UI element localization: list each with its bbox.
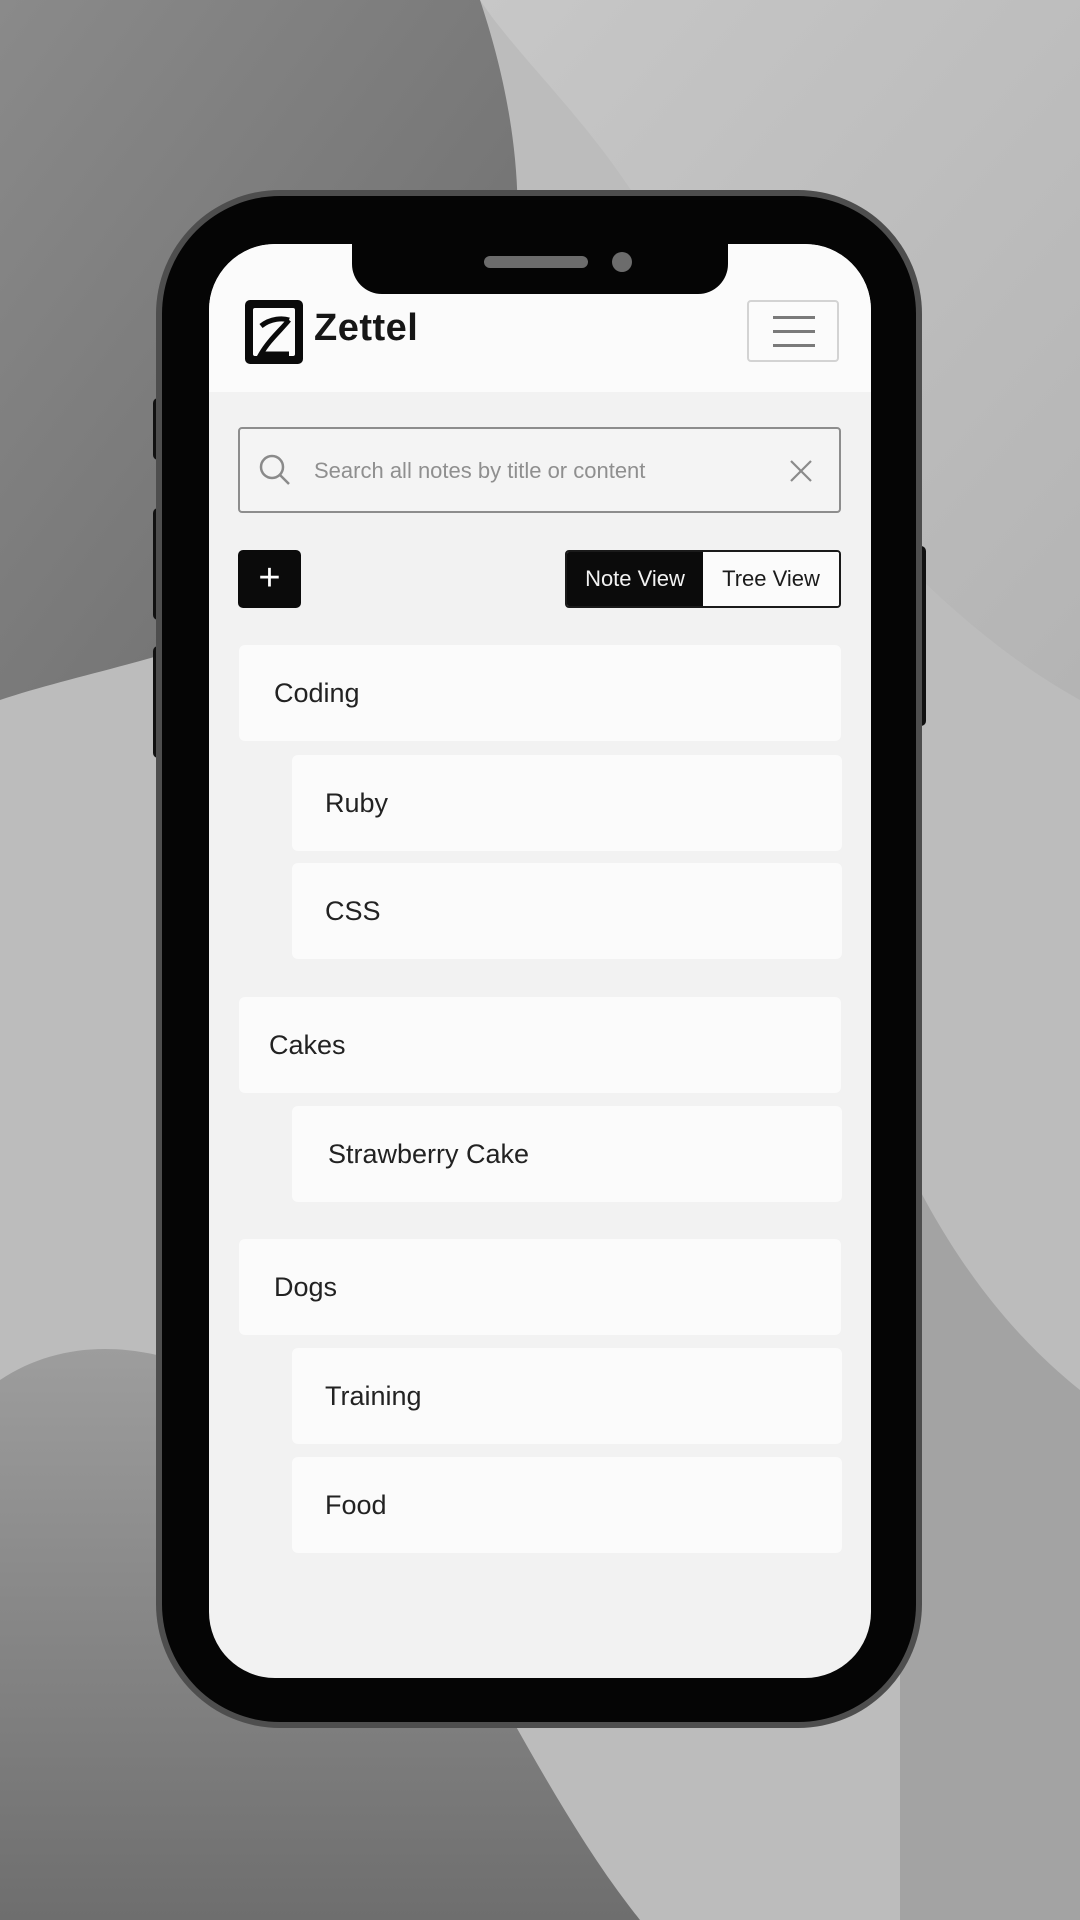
search-input[interactable]: Search all notes by title or content	[238, 427, 841, 513]
add-note-button[interactable]: +	[238, 550, 301, 608]
child-note-card[interactable]: Strawberry Cake	[292, 1106, 842, 1202]
child-note-card[interactable]: Training	[292, 1348, 842, 1444]
note-title: Training	[325, 1380, 422, 1411]
search-icon	[259, 454, 290, 485]
child-note-card[interactable]: Ruby	[292, 755, 842, 851]
child-note-card[interactable]: Food	[292, 1457, 842, 1553]
front-camera	[612, 252, 632, 272]
tree-view-tab[interactable]: Tree View	[703, 552, 839, 606]
hamburger-menu-button[interactable]	[747, 300, 839, 362]
note-card[interactable]: Dogs	[239, 1239, 841, 1335]
app-brand-name[interactable]: Zettel	[314, 307, 418, 350]
note-title: CSS	[325, 895, 381, 926]
search-placeholder: Search all notes by title or content	[314, 458, 646, 483]
view-toggle: Note View Tree View	[565, 550, 841, 608]
note-card[interactable]: Coding	[239, 645, 841, 741]
note-card[interactable]: Cakes	[239, 997, 841, 1093]
note-view-tab[interactable]: Note View	[567, 552, 703, 606]
note-title: Dogs	[274, 1271, 338, 1302]
close-icon[interactable]	[788, 458, 814, 484]
note-title: Coding	[274, 677, 360, 708]
note-title: Ruby	[325, 787, 389, 818]
phone-notch	[352, 244, 728, 294]
note-title: Cakes	[269, 1029, 346, 1060]
speaker-grille	[484, 256, 588, 268]
note-title: Food	[325, 1489, 387, 1520]
app-screen: Zettel Search all notes by title or cont…	[209, 244, 871, 1678]
note-title: Strawberry Cake	[328, 1138, 530, 1169]
zettel-logo-icon[interactable]	[245, 300, 303, 364]
child-note-card[interactable]: CSS	[292, 863, 842, 959]
